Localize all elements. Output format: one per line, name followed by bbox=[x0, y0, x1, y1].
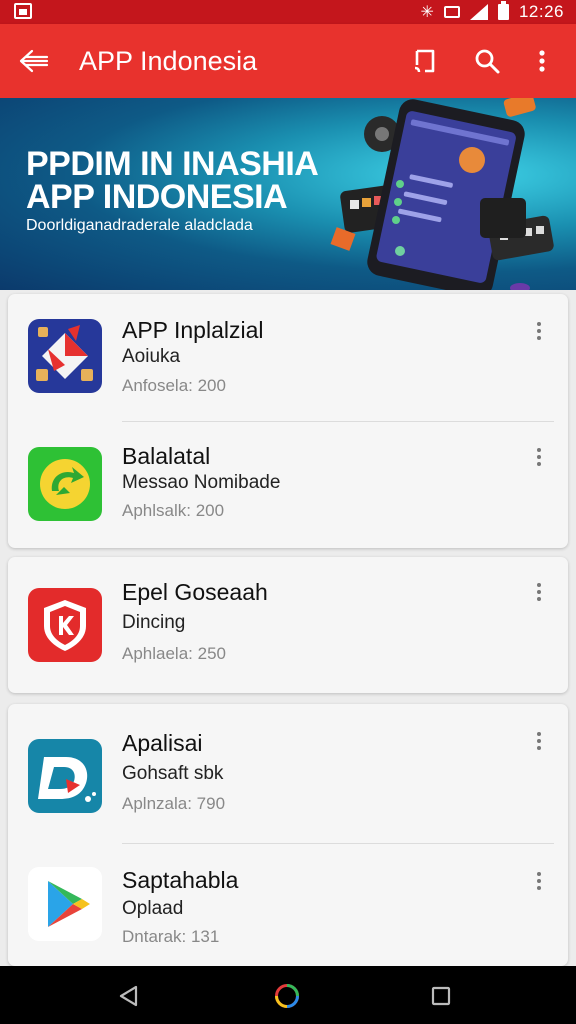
shield-k-icon bbox=[28, 588, 102, 662]
app-title: APP Indonesia bbox=[79, 46, 258, 76]
nav-back-button[interactable] bbox=[112, 979, 146, 1013]
app-developer: Dincing bbox=[122, 612, 186, 633]
image-icon bbox=[14, 3, 32, 19]
app-meta: Anfosela: 200 bbox=[122, 376, 226, 395]
app-developer: Oplaad bbox=[122, 898, 184, 919]
search-icon bbox=[475, 49, 500, 74]
item-more-button[interactable] bbox=[526, 575, 552, 609]
cast-button[interactable] bbox=[405, 41, 445, 81]
more-vert-icon bbox=[537, 448, 541, 452]
bluetooth-icon: ✳ bbox=[420, 4, 434, 21]
app-title: Saptahabla bbox=[122, 867, 239, 893]
app-title: APP Inplalzial bbox=[122, 317, 264, 343]
nav-back-icon bbox=[119, 985, 138, 1007]
nav-home-button[interactable] bbox=[270, 979, 304, 1013]
app-card: Epel Goseaah Dincing Aphlaela: 250 bbox=[8, 557, 568, 693]
promo-banner[interactable]: PPDIM IN INASHIA APP INDONESIA Doorldiga… bbox=[0, 98, 576, 290]
vibrate-icon bbox=[443, 6, 460, 18]
app-list-item[interactable]: Balalatal Messao Nomibade Aphlsalk: 200 bbox=[8, 422, 568, 548]
item-more-button[interactable] bbox=[526, 864, 552, 898]
banner-title-line1: PPDIM IN INASHIA bbox=[26, 145, 319, 183]
more-vert-icon bbox=[537, 322, 541, 326]
navigation-bar bbox=[0, 966, 576, 1024]
app-bar: APP Indonesia bbox=[0, 24, 576, 98]
app-meta: Dntarak: 131 bbox=[122, 927, 220, 946]
more-vert-icon bbox=[537, 732, 541, 736]
back-button[interactable] bbox=[14, 42, 54, 80]
app-title: Balalatal bbox=[122, 443, 211, 469]
nav-home-icon bbox=[275, 984, 299, 1008]
app-card: APP Inplalzial Aoiuka Anfosela: 200 Bala… bbox=[8, 294, 568, 548]
more-vert-icon bbox=[539, 50, 545, 72]
banner-phone-illustration bbox=[330, 98, 554, 290]
map-grid-icon bbox=[28, 319, 102, 393]
more-vert-icon bbox=[537, 583, 541, 587]
status-bar: ✳ 12:26 bbox=[0, 0, 576, 24]
app-list-item[interactable]: APP Inplalzial Aoiuka Anfosela: 200 bbox=[8, 294, 568, 420]
app-list-item[interactable]: Saptahabla Oplaad Dntarak: 131 bbox=[8, 844, 568, 970]
back-arrow-icon bbox=[19, 49, 49, 73]
app-meta: Aplnzala: 790 bbox=[122, 794, 226, 813]
item-more-button[interactable] bbox=[526, 724, 552, 758]
app-card: Apalisai Gohsaft sbk Aplnzala: 790 Sapta… bbox=[8, 704, 568, 966]
app-list-item[interactable]: Apalisai Gohsaft sbk Aplnzala: 790 bbox=[8, 704, 568, 830]
green-refresh-icon bbox=[28, 447, 102, 521]
nav-recents-icon bbox=[431, 986, 451, 1006]
app-title: Epel Goseaah bbox=[122, 579, 268, 605]
d-logo-icon bbox=[28, 739, 102, 813]
app-developer: Aoiuka bbox=[122, 346, 181, 367]
more-vert-icon bbox=[537, 872, 541, 876]
more-options-button[interactable] bbox=[522, 41, 562, 81]
play-store-icon bbox=[28, 867, 102, 941]
search-button[interactable] bbox=[467, 41, 507, 81]
nav-recents-button[interactable] bbox=[424, 979, 458, 1013]
status-time: 12:26 bbox=[518, 2, 564, 21]
cast-icon bbox=[414, 49, 435, 73]
app-meta: Aphlaela: 250 bbox=[122, 644, 226, 663]
item-more-button[interactable] bbox=[526, 440, 552, 474]
item-more-button[interactable] bbox=[526, 314, 552, 348]
banner-subtitle: Doorldiganadraderale aladclada bbox=[26, 217, 253, 234]
app-developer: Gohsaft sbk bbox=[122, 763, 224, 784]
app-developer: Messao Nomibade bbox=[122, 472, 281, 493]
banner-title-line2: APP INDONESIA bbox=[26, 178, 288, 216]
signal-icon bbox=[469, 4, 488, 20]
app-meta: Aphlsalk: 200 bbox=[122, 501, 225, 520]
app-list-item[interactable]: Epel Goseaah Dincing Aphlaela: 250 bbox=[8, 557, 568, 683]
app-title: Apalisai bbox=[122, 730, 203, 756]
battery-icon bbox=[497, 1, 509, 20]
status-icons: ✳ 12:26 bbox=[420, 1, 564, 22]
